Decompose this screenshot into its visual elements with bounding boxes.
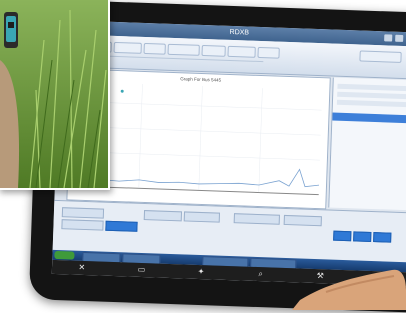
photo-scene: RDXB Graph For Bus 5445 ✕ ▭ ✦ ⌕ ⚒ bbox=[0, 0, 406, 313]
inset-photo bbox=[0, 0, 110, 190]
grass-sensor-image bbox=[0, 0, 108, 188]
